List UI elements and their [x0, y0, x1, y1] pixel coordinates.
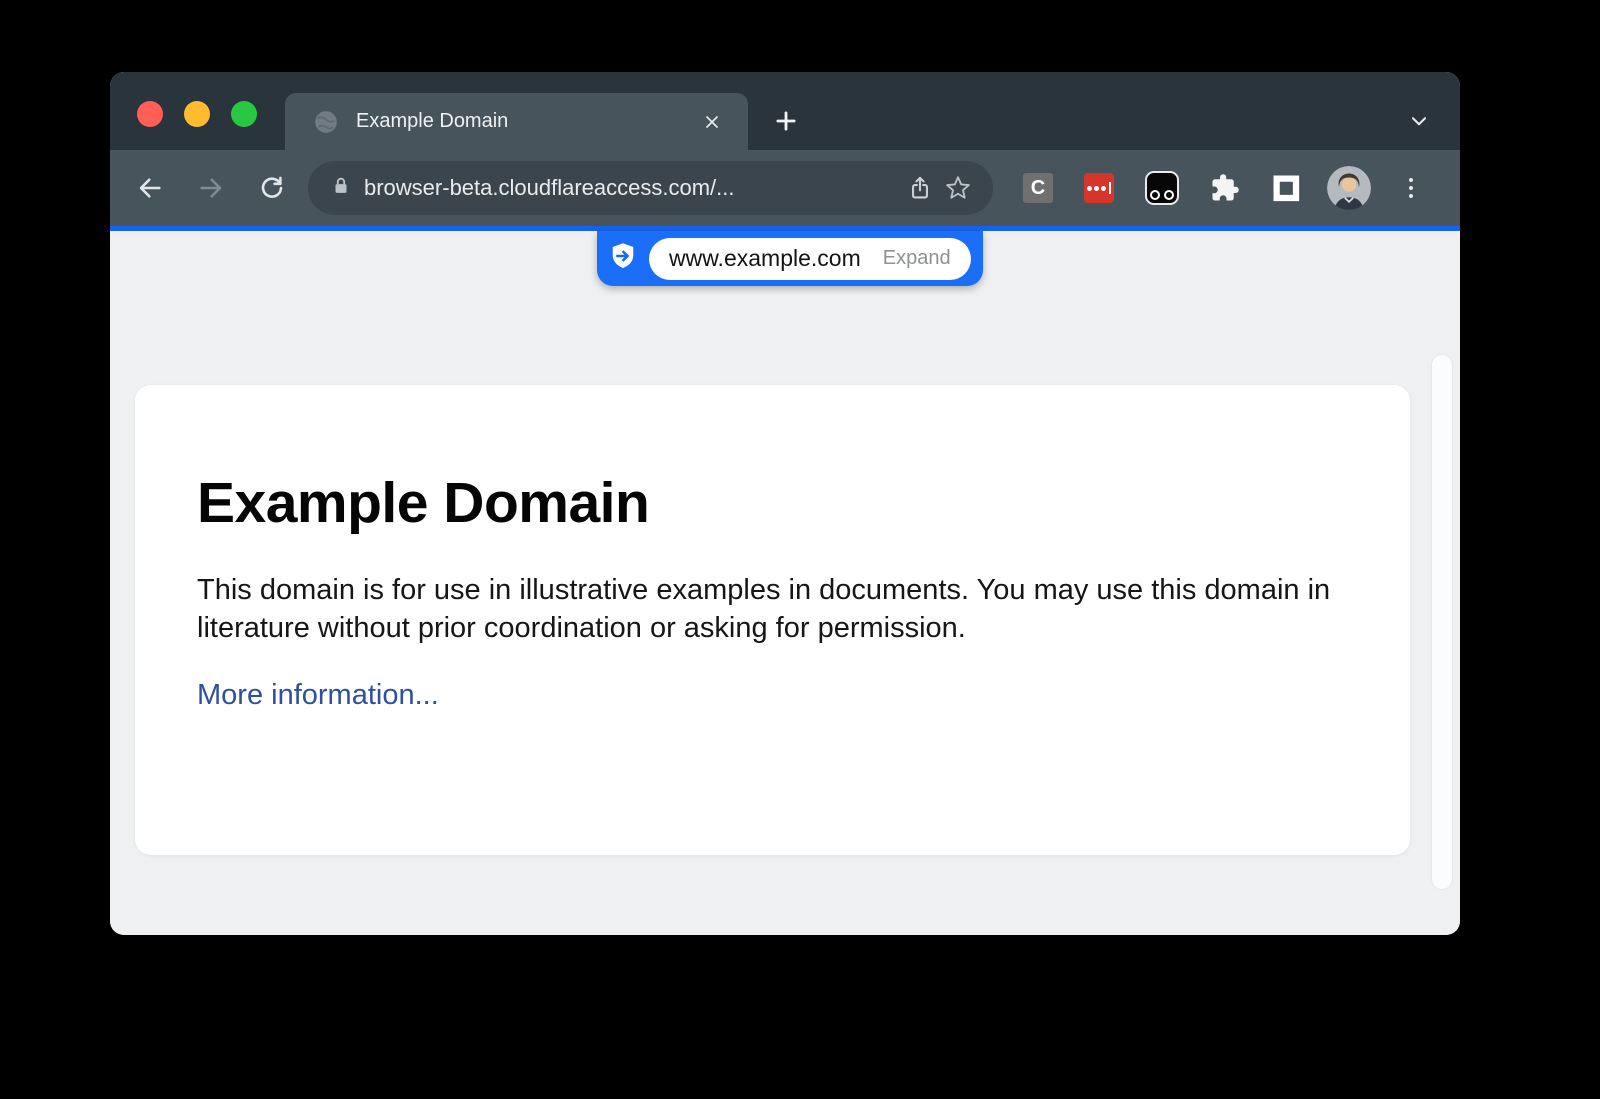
- goggles-extension-icon[interactable]: [1145, 171, 1179, 205]
- window-minimize-button[interactable]: [184, 101, 210, 127]
- window-zoom-button[interactable]: [231, 101, 257, 127]
- side-panel-icon[interactable]: [1271, 173, 1301, 203]
- lastpass-extension-icon[interactable]: [1084, 173, 1114, 203]
- desktop-background: Example Domain: [0, 0, 1600, 1099]
- lock-icon[interactable]: [330, 175, 352, 202]
- page-paragraph: This domain is for use in illustrative e…: [197, 571, 1340, 648]
- c-extension-icon[interactable]: C: [1023, 173, 1053, 203]
- url-text[interactable]: browser-beta.cloudflareaccess.com/...: [364, 175, 901, 201]
- back-button[interactable]: [128, 166, 172, 210]
- tab-title: Example Domain: [356, 110, 696, 133]
- share-icon[interactable]: [901, 169, 939, 207]
- more-information-link[interactable]: More information...: [197, 679, 439, 712]
- window-controls: [137, 101, 257, 127]
- tab-search-chevron-icon[interactable]: [1404, 108, 1434, 134]
- reload-button[interactable]: [250, 166, 294, 210]
- address-bar[interactable]: browser-beta.cloudflareaccess.com/...: [308, 161, 993, 215]
- chrome-menu-kebab-icon[interactable]: [1393, 166, 1429, 210]
- isolation-domain-chip[interactable]: www.example.com Expand: [649, 238, 971, 280]
- tab-close-icon[interactable]: [696, 106, 728, 138]
- page-viewport: www.example.com Expand Example Domain Th…: [110, 231, 1460, 935]
- browser-window: Example Domain: [110, 72, 1460, 935]
- extensions-puzzle-icon[interactable]: [1210, 173, 1240, 203]
- expand-button[interactable]: Expand: [883, 247, 951, 270]
- isolation-domain-pill[interactable]: www.example.com Expand: [597, 231, 983, 286]
- isolated-domain-text: www.example.com: [669, 245, 861, 272]
- page-title: Example Domain: [197, 471, 1340, 537]
- shield-arrow-icon: [608, 241, 638, 276]
- browser-toolbar: browser-beta.cloudflareaccess.com/... C: [110, 150, 1460, 226]
- profile-avatar[interactable]: [1327, 166, 1371, 210]
- content-card: Example Domain This domain is for use in…: [135, 385, 1410, 855]
- window-close-button[interactable]: [137, 101, 163, 127]
- tab-strip: Example Domain: [110, 72, 1460, 150]
- extensions-row: C: [1023, 171, 1301, 205]
- vertical-scrollbar-thumb[interactable]: [1432, 355, 1452, 889]
- new-tab-button[interactable]: [765, 100, 807, 142]
- browser-tab[interactable]: Example Domain: [285, 93, 748, 150]
- bookmark-star-icon[interactable]: [939, 169, 977, 207]
- forward-button[interactable]: [189, 166, 233, 210]
- globe-favicon-icon: [313, 109, 339, 135]
